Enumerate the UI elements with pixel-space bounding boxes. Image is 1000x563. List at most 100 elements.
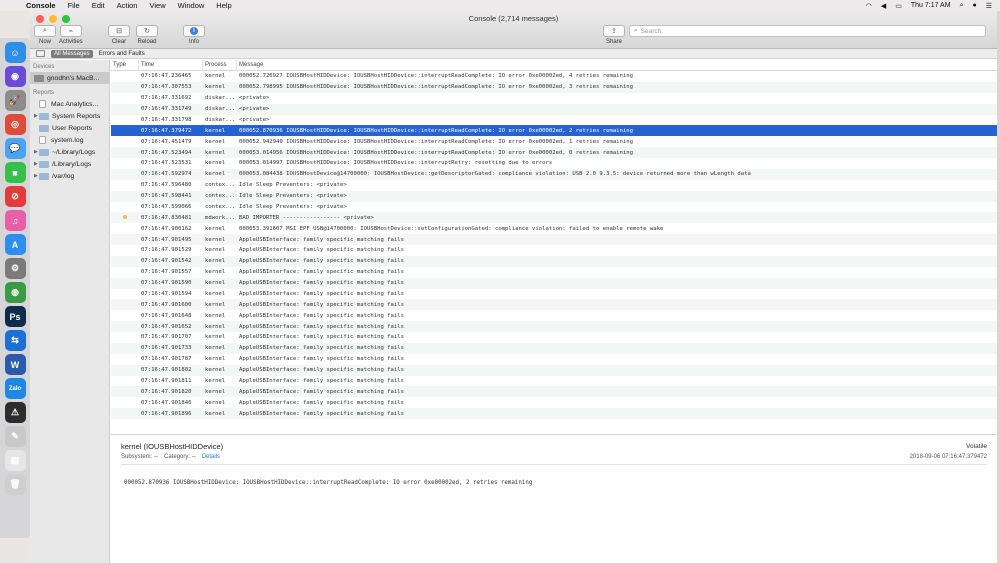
sidebar-item-report[interactable]: ▶ ~/Library/Logs [30,146,109,158]
table-row[interactable]: 07:16:47.900162 kernel 000053.391607 MSI E… [111,223,997,234]
table-row[interactable]: 07:16:47.901820 kernel AppleUSBInterface: … [111,386,997,398]
table-row[interactable]: 07:16:47.599066 contex... Idle Sleep Preve… [111,202,997,213]
row-message: AppleUSBInterface: family specific match… [239,388,405,395]
table-row[interactable]: 07:16:47.523494 kernel 000053.014956 IOUSB… [111,147,997,158]
facetime-icon[interactable]: ■ [4,162,26,183]
clock[interactable]: Thu 7:17 AM [911,2,951,9]
menu-help[interactable]: Help [216,1,231,10]
details-link[interactable]: Details [202,454,220,460]
chrome-icon[interactable]: ◎ [4,114,26,135]
sidebar-item-report[interactable]: ▶ /var/log [30,170,109,182]
row-time: 07:16:47.901529 [141,247,192,254]
wifi-icon[interactable]: ◠ [866,2,872,10]
table-row[interactable]: 07:16:47.331692 diskar... <private> [111,93,997,104]
table-row[interactable]: 07:16:47.523531 kernel 000053.014997 IOUSB… [111,158,997,169]
table-row[interactable]: 07:16:47.236465 kernel 000052.726927 IOUSB… [111,71,997,82]
disclosure-triangle-icon[interactable]: ▶ [34,173,38,179]
reload-button[interactable]: ↻ Reload [136,25,158,45]
row-process: kernel [205,323,226,330]
table-row[interactable]: 07:16:47.901707 kernel AppleUSBInterface: … [111,332,997,343]
messages-icon[interactable]: 💬 [4,138,26,159]
disclosure-triangle-icon[interactable]: ▶ [34,113,38,119]
search-input[interactable]: ⌕ Search [629,25,986,37]
table-row[interactable]: 07:16:47.901495 kernel AppleUSBInterface: … [111,234,997,245]
table-row[interactable]: 07:16:47.901811 kernel AppleUSBInterface: … [111,376,997,387]
table-row[interactable]: 07:16:47.592974 kernel 000053.084438 IOUSB… [111,168,997,180]
table-row[interactable]: 07:16:47.331798 diskar... <private> [111,115,997,126]
document-icon[interactable]: ▤ [4,450,26,471]
table-row[interactable]: 07:16:47.451479 kernel 000052.942940 IOUSB… [111,136,997,147]
sidebar-item-report[interactable]: ▶ System Reports [30,110,109,122]
user-avatar[interactable]: ● [972,2,976,9]
table-row[interactable]: 07:16:47.901787 kernel AppleUSBInterface: … [111,354,997,365]
system-prefs-icon[interactable]: ⚙ [4,258,26,279]
notification-center-icon[interactable]: ☰ [986,2,992,10]
app-store-icon[interactable]: A [4,234,26,255]
menu-file[interactable]: File [68,1,80,10]
spotlight-icon[interactable]: ⌕ [960,2,964,10]
sidebar-toggle-icon[interactable] [36,50,45,57]
table-row[interactable]: 07:16:47.901594 kernel AppleUSBInterface: … [111,289,997,300]
finder-icon[interactable]: ☺ [4,42,26,63]
share-button[interactable]: ⇪ Share [603,25,625,45]
table-row[interactable]: 07:16:47.901590 kernel AppleUSBInterface: … [111,277,997,289]
siri-icon[interactable]: ◉ [4,66,26,87]
sidebar-item-device[interactable]: gnodhn's MacB... [30,72,109,84]
table-row[interactable]: 07:16:47.901896 kernel AppleUSBInterface: … [111,408,997,419]
activities-button[interactable]: ⌁ Activities [59,25,83,45]
table-row[interactable]: 07:16:47.901652 kernel AppleUSBInterface: … [111,321,997,332]
tab-errors-and-faults[interactable]: Errors and Faults [96,50,148,58]
sidebar-item-report[interactable]: system.log [30,134,109,146]
detail-title: kernel (IOUSBHostHIDDevice) [121,442,224,451]
console-icon[interactable]: ⚠ [4,402,26,423]
row-process: contex... [205,203,236,210]
menu-window[interactable]: Window [178,1,205,10]
menu-action[interactable]: Action [117,1,138,10]
menu-edit[interactable]: Edit [92,1,105,10]
table-row[interactable]: 07:16:47.901600 kernel AppleUSBInterface: … [111,299,997,311]
log-table[interactable]: 07:16:47.236465 kernel 000052.726927 IOUSB… [111,71,997,432]
title-bar: Console (2,714 messages) ⌕ Now ⌁ Activit… [30,11,997,49]
table-row[interactable]: 07:16:47.901733 kernel AppleUSBInterface: … [111,342,997,354]
zalo-icon[interactable]: Zalo [4,378,26,399]
volume-icon[interactable]: ◀ [881,2,886,10]
sidebar-item-report[interactable]: Mac Analytics... [30,98,109,110]
sidebar-item-report[interactable]: ▶ /Library/Logs [30,158,109,170]
word-icon[interactable]: W [4,354,26,375]
column-process[interactable]: Process [203,59,237,71]
table-row[interactable]: 07:16:47.901802 kernel AppleUSBInterface: … [111,364,997,376]
column-time[interactable]: Time [139,59,203,71]
notes-icon[interactable]: ✎ [4,426,26,447]
column-message[interactable]: Message [237,60,997,71]
table-row[interactable]: 07:16:47.901529 kernel AppleUSBInterface: … [111,245,997,256]
table-row[interactable]: 07:16:47.830481 mdwork... BAD IMPORTER ---… [111,212,997,224]
table-row[interactable]: 07:16:47.596480 contex... Idle Sleep Preve… [111,180,997,191]
table-row[interactable]: 07:16:47.901542 kernel AppleUSBInterface: … [111,255,997,267]
launchpad-icon[interactable]: 🚀 [4,90,26,111]
disclosure-triangle-icon[interactable]: ▶ [34,149,38,155]
row-time: 07:16:47.451479 [141,138,192,145]
table-row[interactable]: 07:16:47.901557 kernel AppleUSBInterface: … [111,267,997,278]
blocked-icon[interactable]: ⊘ [4,186,26,207]
globe-icon[interactable]: ◍ [4,282,26,303]
sidebar-item-report[interactable]: User Reports [30,122,109,134]
teamviewer-icon[interactable]: ⇆ [4,330,26,351]
itunes-icon[interactable]: ♫ [4,210,26,231]
table-row[interactable]: 07:16:47.331749 diskar... <private> [111,103,997,115]
menu-app-console[interactable]: Console [26,1,56,10]
menu-view[interactable]: View [149,1,165,10]
table-row[interactable]: 07:16:47.901648 kernel AppleUSBInterface: … [111,310,997,321]
photoshop-icon[interactable]: Ps [4,306,26,327]
clear-button[interactable]: ⊟ Clear [108,25,130,45]
battery-icon[interactable]: ▭ [895,2,902,10]
table-row[interactable]: 07:16:47.379472 kernel 000052.870936 IOUSB… [111,125,997,137]
disclosure-triangle-icon[interactable]: ▶ [34,161,38,167]
now-button[interactable]: ⌕ Now [34,25,56,45]
info-button[interactable]: i Info [183,25,205,45]
table-row[interactable]: 07:16:47.901846 kernel AppleUSBInterface: … [111,397,997,408]
tab-all-messages[interactable]: All Messages [51,49,93,58]
column-type[interactable]: Type [111,59,139,71]
table-row[interactable]: 07:16:47.598441 contex... Idle Sleep Preve… [111,190,997,202]
table-row[interactable]: 07:16:47.307553 kernel 000052.798995 IOUSB… [111,81,997,93]
trash-icon[interactable]: 🗑 [4,474,26,495]
